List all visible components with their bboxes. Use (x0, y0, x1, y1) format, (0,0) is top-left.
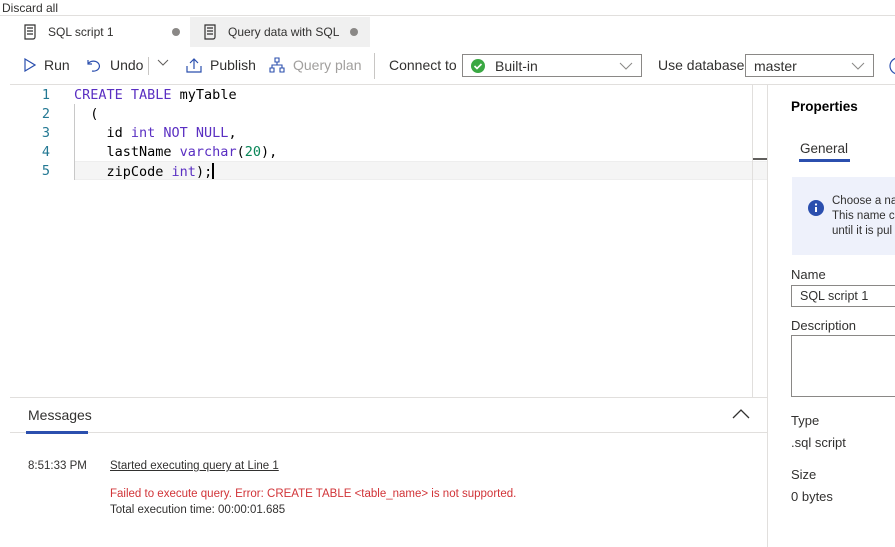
size-value: 0 bytes (791, 489, 833, 504)
tab-label: SQL script 1 (48, 25, 114, 39)
messages-panel: Messages 8:51:33 PM Started executing qu… (10, 397, 767, 547)
use-database-value: master (754, 57, 797, 74)
divider (374, 53, 375, 79)
code-editor[interactable]: 1 2 3 4 5 CREATE TABLE myTable ( id int … (10, 85, 752, 397)
unsaved-dot-icon (172, 28, 180, 36)
use-database-label: Use database (658, 57, 745, 73)
started-link[interactable]: Started executing query at Line 1 (110, 460, 279, 472)
line-number: 1 (41, 87, 50, 103)
name-label: Name (791, 267, 826, 282)
query-plan-button[interactable]: Query plan (269, 57, 361, 73)
top-strip: Discard all (0, 0, 895, 16)
script-icon (24, 24, 36, 40)
line-number: 5 (41, 163, 50, 179)
check-circle-icon (471, 58, 485, 73)
undo-button[interactable]: Undo (86, 57, 143, 73)
chevron-down-icon (851, 62, 865, 70)
info-box: Choose a na This name ca until it is pul (792, 177, 895, 255)
connect-to-label: Connect to (389, 57, 457, 73)
type-value: .sql script (791, 435, 846, 450)
run-button[interactable]: Run (24, 57, 70, 73)
code-line-4: lastName varchar(20), (74, 144, 278, 160)
info-icon (808, 200, 824, 216)
connect-to-dropdown[interactable]: Built-in (462, 54, 642, 77)
connect-to-value: Built-in (495, 57, 538, 74)
line-number: 4 (41, 144, 50, 160)
code-line-1: CREATE TABLE myTable (74, 87, 237, 103)
tab-underline (26, 431, 88, 434)
tab-label: Query data with SQL (228, 25, 340, 39)
discard-all-button[interactable]: Discard all (2, 1, 58, 15)
general-tab[interactable]: General (800, 141, 848, 156)
chevron-down-icon (619, 62, 633, 70)
properties-panel: Properties General Choose a na This name… (767, 85, 895, 547)
script-icon (204, 24, 216, 40)
publish-icon (186, 58, 202, 73)
use-database-dropdown[interactable]: master (745, 54, 874, 77)
info-text: This name ca (832, 210, 895, 222)
unsaved-dot-icon (350, 28, 358, 36)
undo-label: Undo (110, 57, 144, 73)
info-text: until it is pul (832, 225, 893, 237)
messages-tab[interactable]: Messages (28, 407, 92, 423)
play-icon (24, 58, 36, 72)
type-label: Type (791, 413, 820, 428)
size-label: Size (791, 467, 817, 482)
query-plan-icon (269, 57, 285, 73)
code-line-5: zipCode int); (74, 163, 214, 180)
description-textarea[interactable] (791, 335, 895, 397)
toolbar: Run Undo Publish Query plan Connect to B… (10, 47, 895, 85)
code-line-2: ( (74, 106, 99, 122)
tab-query-data-with-sql[interactable]: Query data with SQL (190, 17, 370, 47)
name-input[interactable]: SQL script 1 (791, 285, 895, 307)
tab-sql-script-1[interactable]: SQL script 1 (10, 17, 190, 47)
line-number: 2 (41, 106, 50, 122)
run-label: Run (44, 57, 70, 73)
chevron-up-icon[interactable] (732, 408, 750, 420)
error-message: Failed to execute query. Error: CREATE T… (110, 488, 517, 500)
code-line-3: id int NOT NULL, (74, 125, 237, 141)
properties-title: Properties (791, 99, 858, 114)
tab-underline (799, 159, 850, 162)
undo-dropdown-button[interactable] (157, 59, 177, 67)
name-value: SQL script 1 (800, 289, 869, 303)
refresh-icon[interactable] (888, 56, 895, 76)
message-time: 8:51:33 PM (28, 460, 87, 472)
query-plan-label: Query plan (293, 57, 362, 73)
editor-scrollbar[interactable] (752, 85, 767, 397)
divider (148, 57, 149, 75)
info-text: Choose a na (832, 195, 895, 207)
publish-label: Publish (210, 57, 256, 73)
chevron-down-icon (157, 59, 169, 66)
execution-time: Total execution time: 00:00:01.685 (110, 504, 286, 516)
description-label: Description (791, 318, 857, 333)
undo-icon (87, 60, 100, 72)
scroll-marker (753, 158, 767, 160)
line-number: 3 (41, 125, 50, 141)
publish-button[interactable]: Publish (186, 57, 256, 73)
